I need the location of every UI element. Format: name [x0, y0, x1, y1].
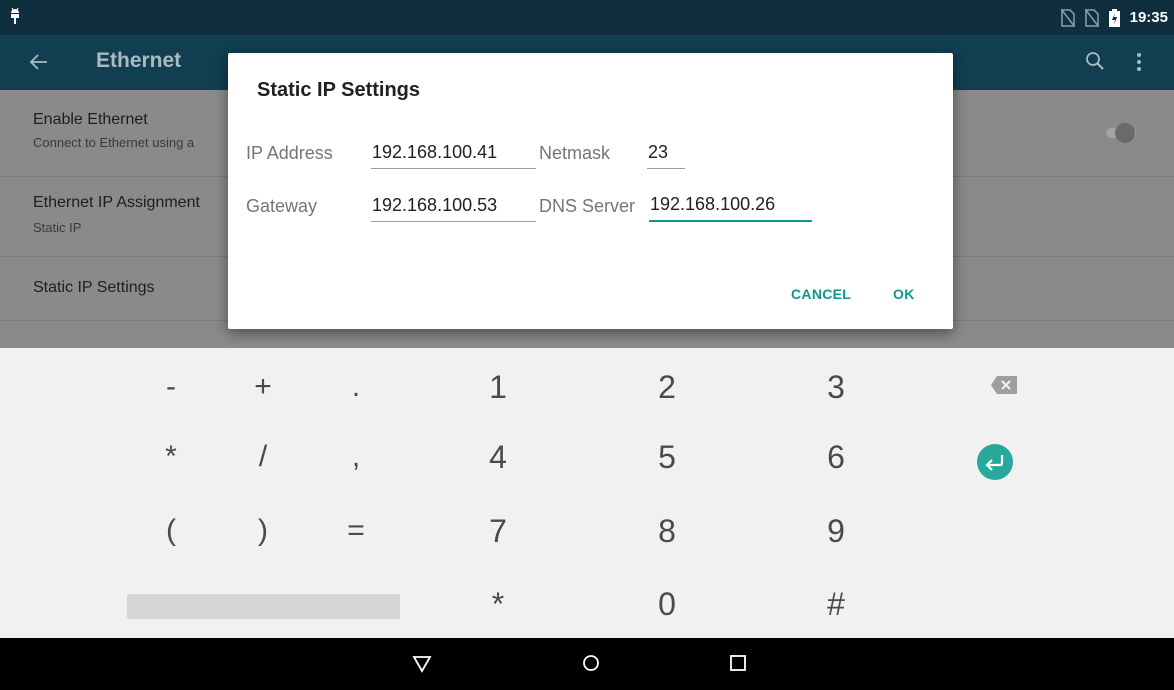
ip-address-input[interactable]: [371, 141, 536, 169]
key-1[interactable]: 1: [489, 371, 507, 403]
setting-title: Static IP Settings: [33, 279, 155, 296]
cancel-button[interactable]: CANCEL: [791, 286, 851, 302]
no-sim-icon: [1060, 8, 1075, 27]
no-sim-icon: [1084, 8, 1099, 27]
key-6[interactable]: 6: [827, 441, 845, 473]
space-bar[interactable]: [127, 594, 400, 619]
key-plus[interactable]: +: [254, 372, 272, 402]
toggle-thumb: [1115, 123, 1135, 143]
numeric-keyboard: - + . 1 2 3 * / , 4 5 6 ( ) = 7 8 9 * 0 …: [0, 348, 1174, 638]
key-hash[interactable]: #: [827, 588, 845, 620]
dns-server-input[interactable]: [649, 194, 812, 222]
nav-home-icon[interactable]: [581, 653, 601, 673]
search-icon[interactable]: [1084, 50, 1106, 72]
nav-recents-icon[interactable]: [729, 654, 747, 672]
android-debug-icon: [11, 7, 19, 24]
dns-server-label: DNS Server: [539, 196, 636, 216]
key-9[interactable]: 9: [827, 515, 845, 547]
setting-subtitle: Connect to Ethernet using a: [33, 135, 195, 150]
key-minus[interactable]: -: [166, 372, 176, 402]
key-8[interactable]: 8: [658, 515, 676, 547]
more-vert-icon[interactable]: [1134, 51, 1144, 73]
enter-icon[interactable]: [976, 443, 1014, 481]
arrow-back-icon[interactable]: [27, 50, 51, 74]
key-asterisk[interactable]: *: [165, 442, 177, 472]
key-4[interactable]: 4: [489, 441, 507, 473]
gateway-label: Gateway: [246, 196, 318, 216]
navigation-bar: [0, 638, 1174, 690]
key-2[interactable]: 2: [658, 371, 676, 403]
ip-address-label: IP Address: [246, 143, 333, 163]
key-0[interactable]: 0: [658, 588, 676, 620]
ethernet-toggle[interactable]: [1102, 123, 1140, 143]
clock: 19:35: [1129, 9, 1168, 26]
setting-title: Enable Ethernet: [33, 111, 148, 128]
nav-back-icon[interactable]: [412, 653, 432, 673]
app-title: Ethernet: [96, 49, 182, 72]
backspace-icon[interactable]: [990, 375, 1018, 395]
key-5[interactable]: 5: [658, 441, 676, 473]
key-equals[interactable]: =: [347, 516, 365, 546]
status-bar: 19:35: [0, 0, 1174, 35]
netmask-input[interactable]: [647, 141, 685, 169]
key-3[interactable]: 3: [827, 371, 845, 403]
ok-button[interactable]: OK: [893, 286, 915, 302]
setting-title: Ethernet IP Assignment: [33, 194, 200, 211]
dialog-title: Static IP Settings: [257, 79, 421, 101]
key-close-paren[interactable]: ): [258, 516, 268, 546]
key-7[interactable]: 7: [489, 515, 507, 547]
key-period[interactable]: .: [352, 372, 360, 402]
static-ip-dialog: Static IP Settings IP Address Netmask Ga…: [228, 53, 953, 329]
battery-charging-icon: [1108, 8, 1120, 27]
gateway-input[interactable]: [371, 194, 536, 222]
setting-subtitle: Static IP: [33, 220, 82, 235]
key-slash[interactable]: /: [259, 442, 267, 472]
key-asterisk-bottom[interactable]: *: [492, 588, 504, 620]
key-open-paren[interactable]: (: [166, 516, 176, 546]
key-comma[interactable]: ,: [352, 442, 360, 472]
netmask-label: Netmask: [539, 143, 611, 163]
